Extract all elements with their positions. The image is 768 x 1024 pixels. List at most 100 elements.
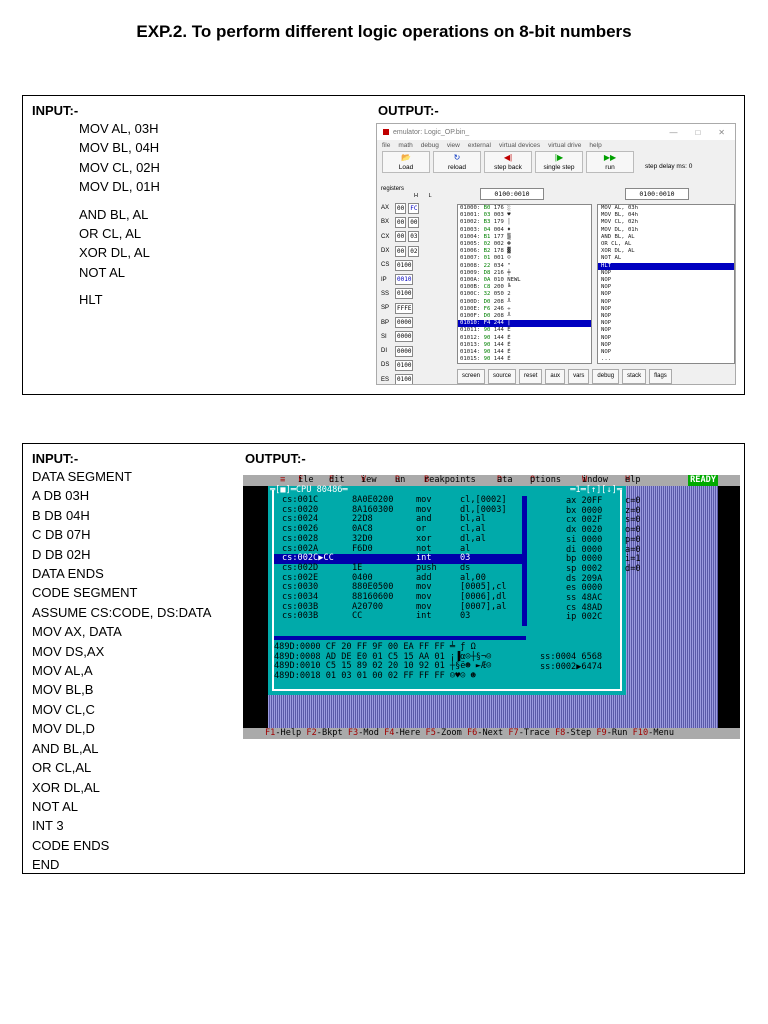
register-high-byte[interactable]: 00 xyxy=(395,216,407,228)
register-high-byte[interactable]: 00 xyxy=(395,245,407,257)
fkey-f10[interactable]: F10-Menu xyxy=(633,728,674,738)
register-row-ip[interactable]: ip 002C xyxy=(566,612,602,622)
fkey-f4[interactable]: F4-Here xyxy=(384,728,420,738)
register-row-cs[interactable]: cs 48AD xyxy=(566,603,602,613)
disassembly-row[interactable]: NOP xyxy=(598,320,734,327)
minimize-icon[interactable]: — xyxy=(669,128,677,137)
disassembly-row[interactable]: NOP xyxy=(598,342,734,349)
disassembly-list[interactable]: MOV AL, 03h MOV BL, 04h MOV CL, 02h MOV DL,… xyxy=(597,204,735,364)
aux-button[interactable]: aux xyxy=(545,369,566,384)
memory-row[interactable]: 01007: 01 001 ☺ xyxy=(458,255,591,262)
disassembly-row[interactable]: OR CL, AL xyxy=(598,241,734,248)
disassembly-row[interactable]: HLT xyxy=(598,262,734,270)
memory-row[interactable]: 01006: B2 178 ▓ xyxy=(458,248,591,255)
register-row-ss[interactable]: ss 48AC xyxy=(566,593,602,603)
register-low-byte[interactable]: 03 xyxy=(408,231,420,243)
memory-list[interactable]: 01000: B0 176 ░ 01001: 03 003 ♥ 01002: B3 … xyxy=(457,204,592,364)
menu-item-virtual-drive[interactable]: virtual drive xyxy=(548,142,581,149)
flag-row-s[interactable]: s=0 xyxy=(625,515,641,525)
flags-button[interactable]: flags xyxy=(649,369,672,384)
stack-row[interactable]: ss:0002▶6474 xyxy=(540,662,602,673)
register-low-byte[interactable]: 02 xyxy=(408,245,420,257)
toolbar-reload-button[interactable]: ↻ reload xyxy=(433,151,481,173)
register-value[interactable]: FFFE xyxy=(395,302,414,314)
flag-row-p[interactable]: p=0 xyxy=(625,535,641,545)
menu-item-virtual-devices[interactable]: virtual devices xyxy=(499,142,540,149)
disassembly-row[interactable]: NOP xyxy=(598,327,734,334)
close-icon[interactable]: ✕ xyxy=(718,128,725,137)
menu-item-view[interactable]: view xyxy=(447,142,460,149)
menu-item-help[interactable]: help xyxy=(589,142,601,149)
disassembly-row[interactable]: NOP xyxy=(598,299,734,306)
flag-row-i[interactable]: i=1 xyxy=(625,554,641,564)
toolbar-step-back-button[interactable]: ◀| step back xyxy=(484,151,532,173)
disassembly-row[interactable]: MOV BL, 04h xyxy=(598,212,734,219)
toolbar-single-step-button[interactable]: |▶ single step xyxy=(535,151,583,173)
memory-row[interactable]: 0100B: C8 200 ╚ xyxy=(458,284,591,291)
memory-row[interactable]: 01008: 22 034 " xyxy=(458,263,591,270)
memory-row[interactable]: 01003: 04 004 ♦ xyxy=(458,227,591,234)
memory-address-field[interactable]: 0100:0010 xyxy=(480,188,544,200)
menu-item-debug[interactable]: debug xyxy=(421,142,439,149)
fkey-f8[interactable]: F8-Step xyxy=(555,728,591,738)
register-value[interactable]: 0100 xyxy=(395,359,414,371)
disassembly-row[interactable]: NOP xyxy=(598,291,734,298)
screen-button[interactable]: screen xyxy=(457,369,486,384)
menu-item-external[interactable]: external xyxy=(468,142,491,149)
memory-row[interactable]: 01012: 90 144 É xyxy=(458,335,591,342)
disassembly-row[interactable]: NOP xyxy=(598,284,734,291)
register-row-es[interactable]: es 0000 xyxy=(566,583,602,593)
disassembly-row[interactable]: XOR DL, AL xyxy=(598,248,734,255)
disassembly-row[interactable]: NOP xyxy=(598,313,734,320)
menu-item-math[interactable]: math xyxy=(398,142,412,149)
memory-row[interactable]: 0100C: 32 050 2 xyxy=(458,291,591,298)
memory-row[interactable]: 01011: 90 144 É xyxy=(458,327,591,334)
code-hscrollbar[interactable] xyxy=(274,636,526,640)
vars-button[interactable]: vars xyxy=(568,369,590,384)
toolbar-Load-button[interactable]: 📂 Load xyxy=(382,151,430,173)
disassembly-row[interactable]: NOP xyxy=(598,277,734,284)
disassembly-row[interactable]: NOP xyxy=(598,270,734,277)
register-value[interactable]: 0000 xyxy=(395,345,414,357)
fkey-f6[interactable]: F6-Next xyxy=(467,728,503,738)
fkey-f1[interactable]: F1-Help xyxy=(265,728,301,738)
debug-button[interactable]: debug xyxy=(592,369,620,384)
disassembly-row[interactable]: NOP xyxy=(598,349,734,356)
disassembly-row[interactable]: NOT AL xyxy=(598,255,734,262)
fkey-f3[interactable]: F3-Mod xyxy=(348,728,379,738)
register-row-di[interactable]: di 0000 xyxy=(566,545,602,555)
memory-row[interactable]: 01000: B0 176 ░ xyxy=(458,205,591,212)
register-row-ds[interactable]: ds 209A xyxy=(566,574,602,584)
code-scrollbar[interactable] xyxy=(522,496,527,626)
dump-row[interactable]: 489D:0018 01 03 01 00 02 FF FF FF ☺♥☺ ☻ xyxy=(274,671,476,682)
flag-row-d[interactable]: d=0 xyxy=(625,564,641,574)
menu-item-file[interactable]: file xyxy=(382,142,390,149)
memory-row[interactable]: 01002: B3 179 │ xyxy=(458,219,591,226)
cpu-window-controls[interactable]: ═1═[↑][↓]═ xyxy=(570,486,622,495)
disassembly-row[interactable]: MOV AL, 03h xyxy=(598,205,734,212)
register-value[interactable]: 0010 xyxy=(395,274,414,286)
fkey-f9[interactable]: F9-Run xyxy=(596,728,627,738)
register-row-sp[interactable]: sp 0002 xyxy=(566,564,602,574)
memory-row[interactable]: 01013: 90 144 É xyxy=(458,342,591,349)
register-row-bp[interactable]: bp 0000 xyxy=(566,554,602,564)
disassembly-address-field[interactable]: 0100:0010 xyxy=(625,188,689,200)
fkey-f2[interactable]: F2-Bkpt xyxy=(306,728,342,738)
register-low-byte[interactable]: FC xyxy=(408,202,420,214)
memory-row[interactable]: 0100E: F6 246 ÷ xyxy=(458,306,591,313)
memory-row[interactable]: 01004: B1 177 ▒ xyxy=(458,234,591,241)
register-value[interactable]: 0000 xyxy=(395,317,414,329)
flag-row-a[interactable]: a=0 xyxy=(625,545,641,555)
register-value[interactable]: 0100 xyxy=(395,259,414,271)
register-row-cx[interactable]: cx 002F xyxy=(566,515,602,525)
memory-row[interactable]: 01009: D8 216 ╪ xyxy=(458,270,591,277)
register-high-byte[interactable]: 00 xyxy=(395,202,407,214)
fkey-f7[interactable]: F7-Trace xyxy=(508,728,549,738)
disassembly-row[interactable]: ... xyxy=(598,356,734,363)
fkey-f5[interactable]: F5-Zoom xyxy=(426,728,462,738)
register-value[interactable]: 0100 xyxy=(395,374,414,384)
disassembly-row[interactable]: NOP xyxy=(598,335,734,342)
register-value[interactable]: 0000 xyxy=(395,331,414,343)
disassembly-row[interactable]: MOV CL, 02h xyxy=(598,219,734,226)
register-high-byte[interactable]: 00 xyxy=(395,231,407,243)
